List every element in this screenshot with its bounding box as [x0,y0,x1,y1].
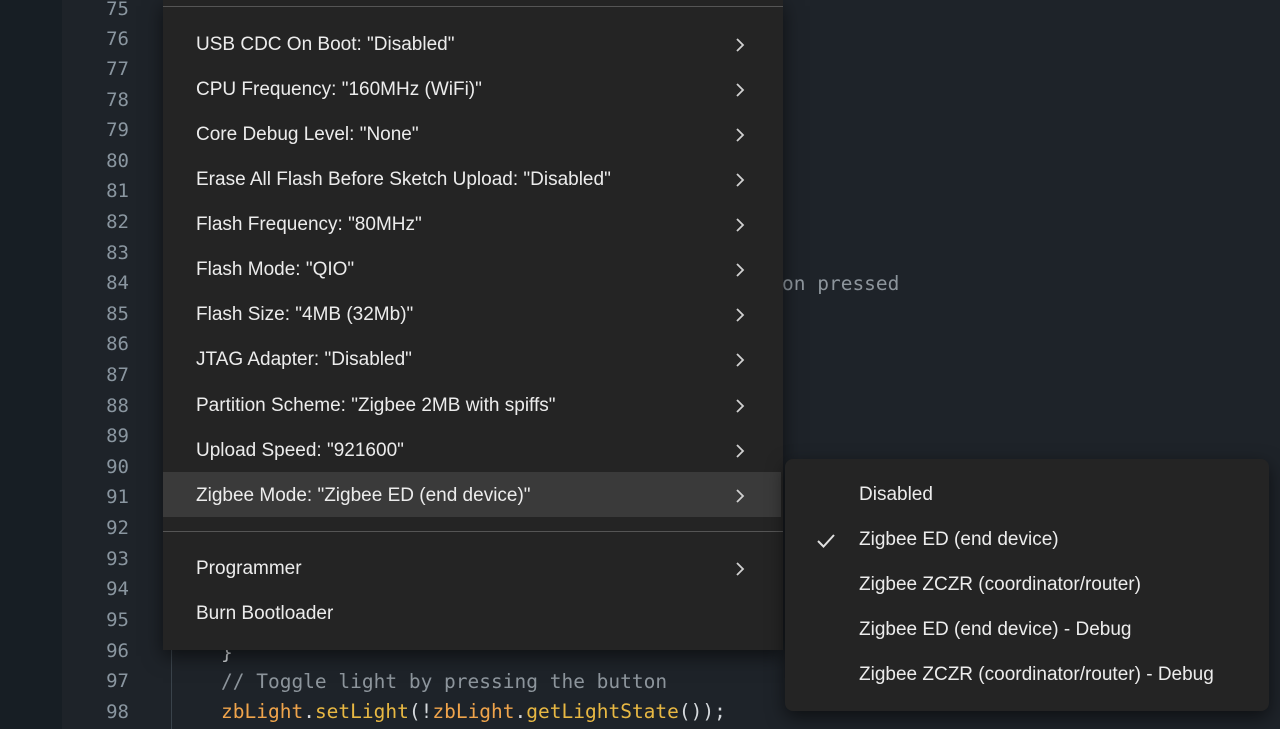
menu-item-jtag-adapter[interactable]: JTAG Adapter: "Disabled" [163,338,781,383]
menu-item-flash-size[interactable]: Flash Size: "4MB (32Mb)" [163,293,781,338]
line-number: 98 [106,701,129,723]
line-number: 84 [106,272,129,294]
code-comment-line: // Toggle light by pressing the button [221,670,668,693]
line-number: 90 [106,456,129,478]
line-number: 92 [106,517,129,539]
menu-item-label: JTAG Adapter: "Disabled" [196,349,412,370]
line-number: 95 [106,609,129,631]
chevron-right-icon [736,263,745,277]
chevron-right-icon [736,38,745,52]
chevron-right-icon [736,399,745,413]
menu-item-label: Flash Frequency: "80MHz" [196,214,422,235]
chevron-right-icon [736,173,745,187]
line-number: 87 [106,364,129,386]
code-token: . [514,700,527,723]
code-token: (! [408,700,433,723]
submenu-item-label: Zigbee ZCZR (coordinator/router) - Debug [859,664,1214,685]
menu-item-label: Programmer [196,558,302,579]
line-number: 76 [106,28,129,50]
menu-item-cpu-frequency[interactable]: CPU Frequency: "160MHz (WiFi)" [163,68,781,113]
chevron-right-icon [736,308,745,322]
submenu-item-zigbee-ed[interactable]: Zigbee ED (end device) [785,518,1269,563]
menu-item-partition-scheme[interactable]: Partition Scheme: "Zigbee 2MB with spiff… [163,384,781,429]
menu-item-zigbee-mode[interactable]: Zigbee Mode: "Zigbee ED (end device)" [163,472,781,517]
menu-divider [163,6,783,7]
line-number: 91 [106,486,129,508]
chevron-right-icon [736,218,745,232]
code-token: zbLight [432,700,515,723]
code-token: . [303,700,315,723]
menu-item-programmer[interactable]: Programmer [163,547,781,592]
code-token: getLightState [526,700,679,723]
menu-item-label: Erase All Flash Before Sketch Upload: "D… [196,169,611,190]
line-number: 94 [106,578,129,600]
submenu-item-disabled[interactable]: Disabled [785,473,1269,518]
chevron-right-icon [736,353,745,367]
line-number-gutter: 75 76 77 78 79 80 81 82 83 84 85 86 87 8… [62,0,142,729]
menu-item-flash-mode[interactable]: Flash Mode: "QIO" [163,248,781,293]
activity-bar [0,0,62,729]
line-number: 96 [106,640,129,662]
zigbee-mode-submenu: Disabled Zigbee ED (end device) Zigbee Z… [785,459,1269,711]
menu-divider [163,531,783,532]
submenu-item-label: Zigbee ZCZR (coordinator/router) [859,574,1141,595]
submenu-item-label: Zigbee ED (end device) - Debug [859,619,1132,640]
menu-item-erase-all-flash[interactable]: Erase All Flash Before Sketch Upload: "D… [163,158,781,203]
line-number: 89 [106,425,129,447]
line-number: 75 [106,0,129,20]
menu-item-label: CPU Frequency: "160MHz (WiFi)" [196,79,482,100]
menu-item-burn-bootloader[interactable]: Burn Bootloader [163,592,781,637]
chevron-right-icon [736,489,745,503]
code-token: setLight [314,700,409,723]
line-number: 93 [106,548,129,570]
line-number: 82 [106,211,129,233]
chevron-right-icon [736,128,745,142]
submenu-item-zigbee-zczr-debug[interactable]: Zigbee ZCZR (coordinator/router) - Debug [785,653,1269,698]
board-options-menu: USB CDC On Boot: "Disabled" CPU Frequenc… [163,0,783,650]
menu-item-label: USB CDC On Boot: "Disabled" [196,34,455,55]
submenu-item-zigbee-ed-debug[interactable]: Zigbee ED (end device) - Debug [785,608,1269,653]
indent-guide [171,640,172,729]
submenu-item-zigbee-zczr[interactable]: Zigbee ZCZR (coordinator/router) [785,563,1269,608]
line-number: 78 [106,89,129,111]
code-call-line: zbLight.setLight(!zbLight.getLightState(… [221,697,726,727]
line-number: 97 [106,670,129,692]
menu-item-label: Core Debug Level: "None" [196,124,419,145]
menu-item-label: Flash Mode: "QIO" [196,259,355,280]
chevron-right-icon [736,562,745,576]
line-number: 77 [106,58,129,80]
chevron-right-icon [736,83,745,97]
menu-item-label: Flash Size: "4MB (32Mb)" [196,304,414,325]
chevron-right-icon [736,444,745,458]
menu-item-label: Zigbee Mode: "Zigbee ED (end device)" [196,485,531,506]
submenu-item-label: Zigbee ED (end device) [859,529,1059,550]
menu-item-usb-cdc-on-boot[interactable]: USB CDC On Boot: "Disabled" [163,23,781,68]
line-number: 83 [106,242,129,264]
line-number: 81 [106,180,129,202]
line-number: 85 [106,303,129,325]
checkmark-icon [817,534,835,548]
menu-item-label: Burn Bootloader [196,603,334,624]
line-number: 79 [106,119,129,141]
menu-item-flash-frequency[interactable]: Flash Frequency: "80MHz" [163,203,781,248]
code-token: zbLight [221,700,304,723]
line-number: 88 [106,395,129,417]
line-number: 86 [106,333,129,355]
line-number: 80 [106,150,129,172]
code-comment-fragment: on pressed [782,272,900,295]
menu-item-label: Partition Scheme: "Zigbee 2MB with spiff… [196,395,556,416]
submenu-item-label: Disabled [859,484,933,505]
code-token: ()); [678,700,726,723]
menu-item-core-debug-level[interactable]: Core Debug Level: "None" [163,113,781,158]
menu-item-label: Upload Speed: "921600" [196,440,404,461]
menu-item-upload-speed[interactable]: Upload Speed: "921600" [163,429,781,474]
